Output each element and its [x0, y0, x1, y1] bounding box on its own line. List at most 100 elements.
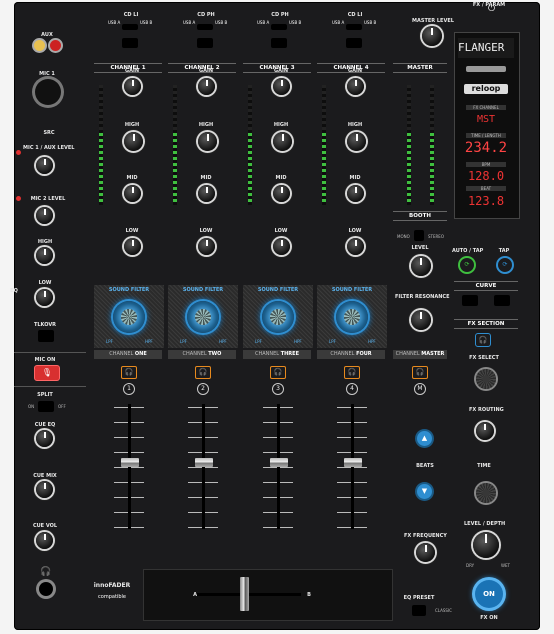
channel-3-gain-knob[interactable] — [273, 78, 290, 95]
aux-label: AUX — [41, 32, 53, 38]
beats-down-button[interactable]: ▼ — [417, 484, 432, 499]
level-depth-knob[interactable] — [473, 532, 499, 558]
time-encoder[interactable] — [476, 483, 496, 503]
talkover-switch[interactable] — [38, 330, 54, 342]
fx-select-encoder[interactable] — [476, 369, 496, 389]
meter-segment — [430, 151, 434, 154]
channel-3-cue-button[interactable]: 🎧 — [270, 366, 286, 379]
meter-segment — [407, 115, 411, 118]
crossfader-knob[interactable] — [240, 577, 249, 611]
fx-routing-knob[interactable] — [476, 422, 494, 440]
fx-cue-button[interactable]: 🎧 — [475, 333, 491, 347]
channel-3-sound-filter-knob[interactable] — [262, 301, 294, 333]
channel-1-fader[interactable] — [121, 458, 139, 467]
source-usb-switch-1[interactable] — [122, 24, 138, 30]
channel-1-mid-knob[interactable] — [124, 185, 141, 202]
line-fader-curve-switch[interactable] — [462, 295, 478, 306]
fx-frequency-knob[interactable] — [416, 543, 435, 562]
channel-4-low-knob[interactable] — [347, 238, 364, 255]
mic-high-knob[interactable] — [36, 247, 53, 264]
channel-1-lpf-label: LPF — [106, 339, 113, 344]
meter-segment — [173, 187, 177, 190]
channel-3-fader[interactable] — [270, 458, 288, 467]
meter-segment — [99, 151, 103, 154]
mic2-level-knob[interactable] — [36, 207, 53, 224]
filter-resonance-label: FILTER RESONANCE — [395, 294, 450, 300]
crossfader-slot — [197, 593, 301, 596]
channel-3-high-knob[interactable] — [273, 132, 292, 151]
beats-up-button[interactable]: ▲ — [417, 431, 432, 446]
aux-input-right[interactable] — [50, 40, 61, 51]
channel-2-high-knob[interactable] — [198, 132, 217, 151]
src-label: SRC — [43, 130, 55, 136]
headphone-icon: 🎧 — [40, 567, 52, 577]
mic1-xlr-jack[interactable] — [35, 79, 61, 105]
meter-segment — [407, 157, 411, 160]
meter-segment — [430, 133, 434, 136]
source-input-switch-2[interactable] — [197, 38, 213, 48]
master-cue-button[interactable]: 🎧 — [412, 366, 428, 379]
source-usb-b-1: USB B — [140, 20, 153, 25]
meter-segment — [99, 175, 103, 178]
channel-1-high-knob[interactable] — [124, 132, 143, 151]
channel-2-fader[interactable] — [195, 458, 213, 467]
channel-4-cue-button[interactable]: 🎧 — [344, 366, 360, 379]
auto-tap-button[interactable]: ⟳ — [460, 258, 474, 272]
source-input-switch-4[interactable] — [346, 38, 362, 48]
cue-eq-knob[interactable] — [36, 430, 53, 447]
channel-1-cue-button[interactable]: 🎧 — [121, 366, 137, 379]
meter-segment — [99, 193, 103, 196]
channel-2-sound-filter-knob[interactable] — [187, 301, 219, 333]
tap-label: TAP — [498, 248, 510, 254]
channel-4-fader[interactable] — [344, 458, 362, 467]
channel-2-gain-knob[interactable] — [198, 78, 215, 95]
meter-segment — [430, 91, 434, 94]
channel-2-meter — [173, 85, 177, 205]
split-label: SPLIT — [37, 392, 53, 398]
channel-4-gain-knob[interactable] — [347, 78, 364, 95]
booth-mono-stereo-switch[interactable] — [414, 230, 424, 241]
fx-select-bar[interactable] — [466, 66, 506, 72]
mic-on-button[interactable]: 🎙 — [34, 365, 60, 381]
aux-input-left[interactable] — [34, 40, 45, 51]
tap-button[interactable]: ⟳ — [498, 258, 512, 272]
booth-header: BOOTH — [393, 211, 447, 221]
source-usb-switch-4[interactable] — [346, 24, 362, 30]
channel-2-cue-button[interactable]: 🎧 — [195, 366, 211, 379]
wet-label: WET — [501, 563, 510, 568]
booth-level-knob[interactable] — [411, 256, 431, 276]
split-switch[interactable] — [38, 401, 54, 412]
source-input-switch-1[interactable] — [122, 38, 138, 48]
channel-4-mid-knob[interactable] — [347, 185, 364, 202]
meter-segment — [430, 199, 434, 202]
mic1-aux-level-knob[interactable] — [36, 157, 53, 174]
channel-1-sound-filter-knob[interactable] — [113, 301, 145, 333]
channel-3-low-knob[interactable] — [273, 238, 290, 255]
source-usb-switch-2[interactable] — [197, 24, 213, 30]
channel-1-low-knob[interactable] — [124, 238, 141, 255]
mic-low-knob[interactable] — [36, 289, 53, 306]
meter-segment — [430, 127, 434, 130]
meter-segment — [248, 163, 252, 166]
channel-3-mid-knob[interactable] — [273, 185, 290, 202]
channel-1-gain-knob[interactable] — [124, 78, 141, 95]
headphone-jack[interactable] — [39, 582, 53, 596]
bpm-display: 128.0 — [467, 169, 505, 183]
channel-3-hpf-label: HPF — [294, 339, 302, 344]
booth-stereo-label: STEREO — [428, 234, 444, 239]
filter-resonance-knob[interactable] — [411, 310, 431, 330]
channel-2-low-knob[interactable] — [198, 238, 215, 255]
cue-vol-knob[interactable] — [36, 532, 53, 549]
xfader-curve-switch[interactable] — [494, 295, 510, 306]
channel-4-high-knob[interactable] — [347, 132, 366, 151]
master-level-knob[interactable] — [422, 26, 442, 46]
source-input-switch-3[interactable] — [271, 38, 287, 48]
channel-2-mid-knob[interactable] — [198, 185, 215, 202]
cue-mix-knob[interactable] — [36, 481, 53, 498]
source-usb-switch-3[interactable] — [271, 24, 287, 30]
fx-on-button[interactable]: ON — [475, 580, 503, 608]
eq-preset-switch[interactable] — [412, 605, 426, 616]
channel-4-sound-filter-knob[interactable] — [336, 301, 368, 333]
meter-segment — [407, 97, 411, 100]
booth-level-label: LEVEL — [411, 245, 429, 251]
